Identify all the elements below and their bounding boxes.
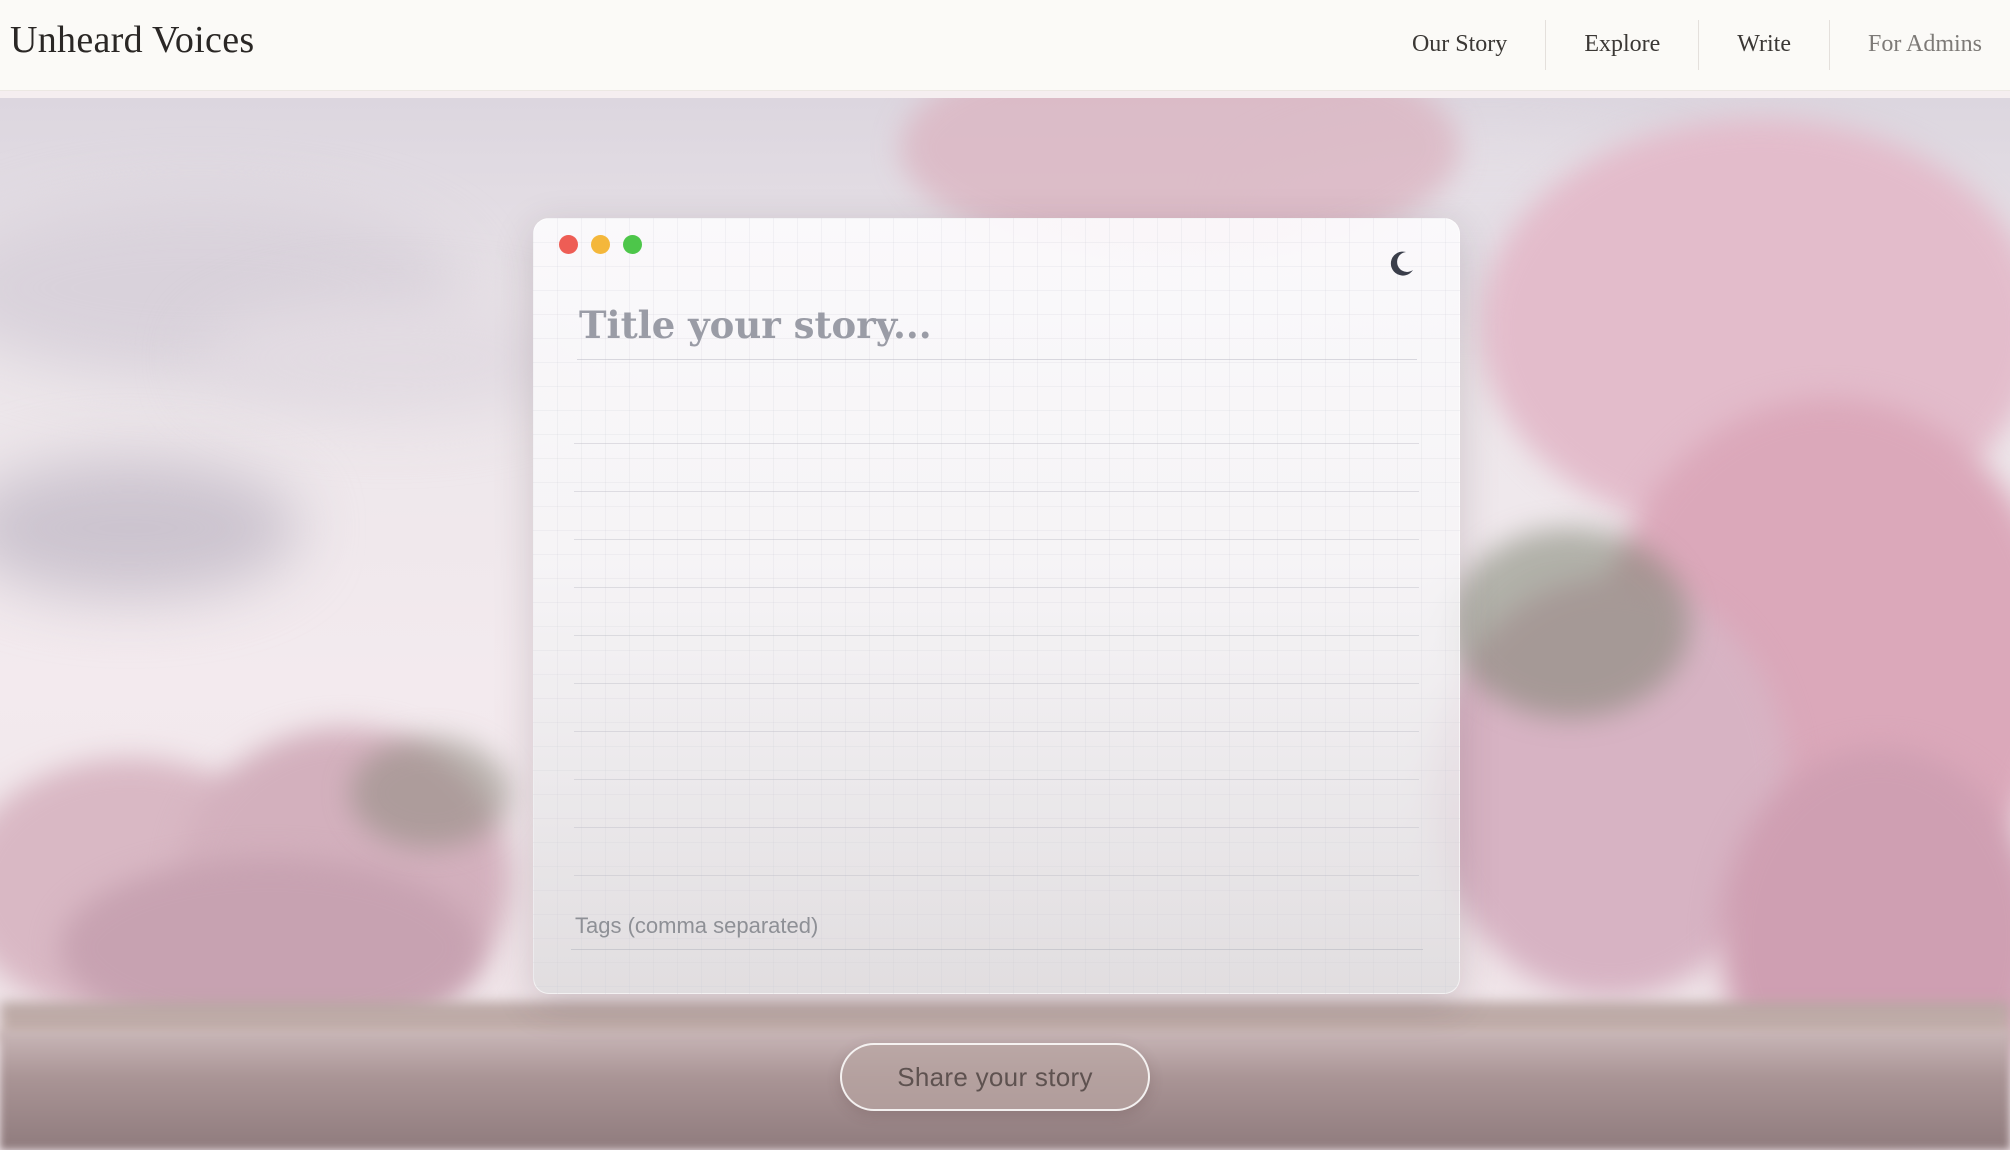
site-logo[interactable]: Unheard Voices — [10, 18, 254, 62]
main-nav: Our Story Explore Write For Admins — [1374, 20, 2010, 70]
nav-explore[interactable]: Explore — [1545, 20, 1698, 70]
ruled-line — [574, 443, 1419, 444]
nav-our-story[interactable]: Our Story — [1374, 20, 1545, 70]
ruled-line — [574, 875, 1419, 876]
top-navigation-bar: Unheard Voices Our Story Explore Write F… — [0, 0, 2010, 91]
moon-icon[interactable] — [1385, 248, 1417, 280]
story-editor-window — [533, 218, 1460, 994]
page: Unheard Voices Our Story Explore Write F… — [0, 0, 2010, 1150]
ruled-line — [574, 491, 1419, 492]
tree-canopy — [1450, 528, 1690, 718]
ruled-line — [574, 683, 1419, 684]
window-maximize-dot[interactable] — [623, 235, 642, 254]
moon-icon-svg — [1390, 251, 1413, 276]
ruled-line — [574, 587, 1419, 588]
story-title-input[interactable] — [577, 290, 1417, 360]
share-story-button[interactable]: Share your story — [840, 1043, 1150, 1111]
window-minimize-dot[interactable] — [591, 235, 610, 254]
tags-input[interactable] — [571, 902, 1423, 950]
ruled-line — [574, 635, 1419, 636]
ruled-line — [574, 779, 1419, 780]
ruled-line — [574, 731, 1419, 732]
window-close-dot[interactable] — [559, 235, 578, 254]
background-cloud — [200, 298, 580, 418]
window-controls — [559, 235, 642, 254]
ruled-line — [574, 827, 1419, 828]
nav-write[interactable]: Write — [1698, 20, 1829, 70]
ruled-line — [574, 539, 1419, 540]
tree-canopy — [350, 738, 510, 848]
nav-for-admins[interactable]: For Admins — [1828, 20, 2010, 70]
